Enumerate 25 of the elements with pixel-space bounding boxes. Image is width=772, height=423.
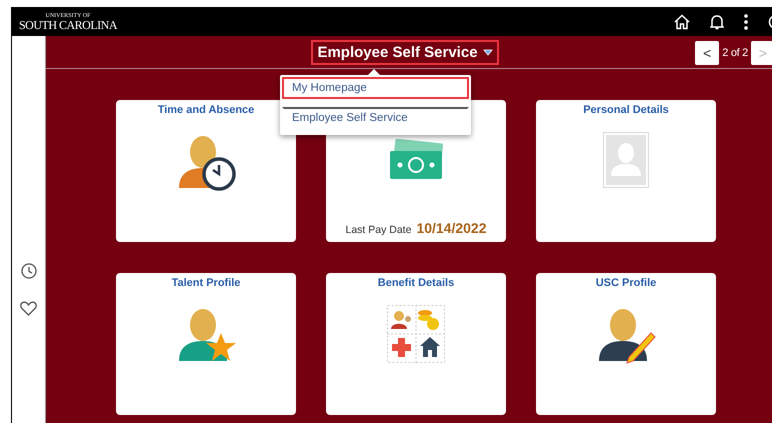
tile-title: Time and Absence xyxy=(158,104,254,116)
tile-title: Benefit Details xyxy=(378,277,454,289)
menu-item[interactable]: Employee Self Service xyxy=(282,107,469,129)
tile-card[interactable]: Benefit Details xyxy=(326,273,506,415)
tile-title: Talent Profile xyxy=(172,277,240,289)
last-pay-date-value: 10/14/2022 xyxy=(416,220,487,236)
page-count: 2 of 2 xyxy=(722,47,748,59)
profile-photo-placeholder-icon xyxy=(603,132,649,188)
page-title-dropdown[interactable]: Employee Self Service xyxy=(311,40,499,64)
history-icon[interactable] xyxy=(20,263,36,279)
bell-icon[interactable] xyxy=(710,14,724,30)
heart-icon[interactable] xyxy=(20,301,37,316)
home-icon[interactable] xyxy=(674,14,690,30)
menu-item[interactable]: My Homepage xyxy=(282,77,469,99)
tile-title: Personal Details xyxy=(583,104,669,116)
logo-text: SOUTH CAROLINA xyxy=(19,18,117,30)
caret-icon xyxy=(482,48,493,56)
tile-card[interactable]: USC Profile xyxy=(536,273,716,415)
more-icon[interactable] xyxy=(744,14,748,30)
tile-card[interactable]: Talent Profile xyxy=(116,273,296,415)
tile-card[interactable]: Personal Details xyxy=(536,100,716,242)
previous-button[interactable]: < xyxy=(695,41,720,65)
tile-title: USC Profile xyxy=(596,277,656,289)
benefits-icon xyxy=(387,305,445,363)
last-pay-date-label: Last Pay Date xyxy=(345,224,412,236)
